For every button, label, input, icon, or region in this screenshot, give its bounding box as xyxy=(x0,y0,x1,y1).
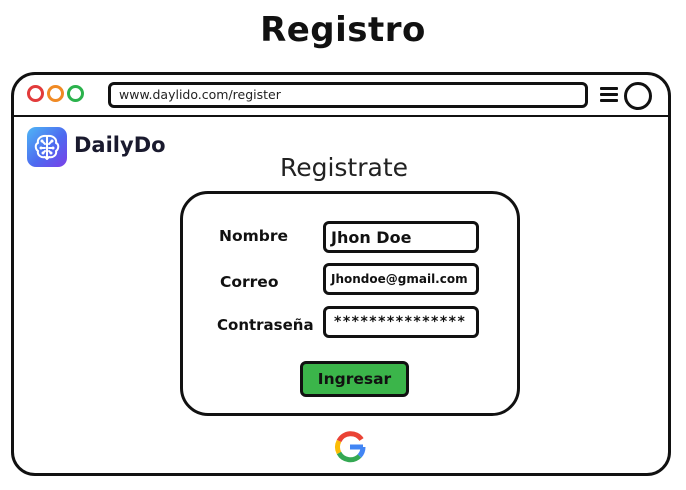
browser-window: www.daylido.com/register DailyDo Registr… xyxy=(11,72,671,476)
circle-icon[interactable] xyxy=(624,82,652,110)
page-title: Registro xyxy=(260,10,426,50)
name-field[interactable]: Jhon Doe xyxy=(323,221,479,253)
hamburger-menu-icon[interactable] xyxy=(600,87,618,103)
email-label: Correo xyxy=(220,273,279,291)
minimize-dot-icon[interactable] xyxy=(47,85,64,102)
form-heading: Registrate xyxy=(279,153,409,182)
browser-toolbar: www.daylido.com/register xyxy=(14,75,668,117)
name-label: Nombre xyxy=(219,227,289,245)
google-icon[interactable] xyxy=(332,429,368,465)
register-form: Nombre Jhon Doe Correo Jhondoe@gmail.com… xyxy=(180,191,520,416)
password-label: Contraseña xyxy=(217,316,314,334)
password-field[interactable]: *************** xyxy=(323,306,479,338)
address-bar[interactable]: www.daylido.com/register xyxy=(108,82,588,108)
maximize-dot-icon[interactable] xyxy=(67,85,84,102)
email-field[interactable]: Jhondoe@gmail.com xyxy=(323,263,479,295)
submit-button[interactable]: Ingresar xyxy=(300,361,409,397)
close-dot-icon[interactable] xyxy=(27,85,44,102)
